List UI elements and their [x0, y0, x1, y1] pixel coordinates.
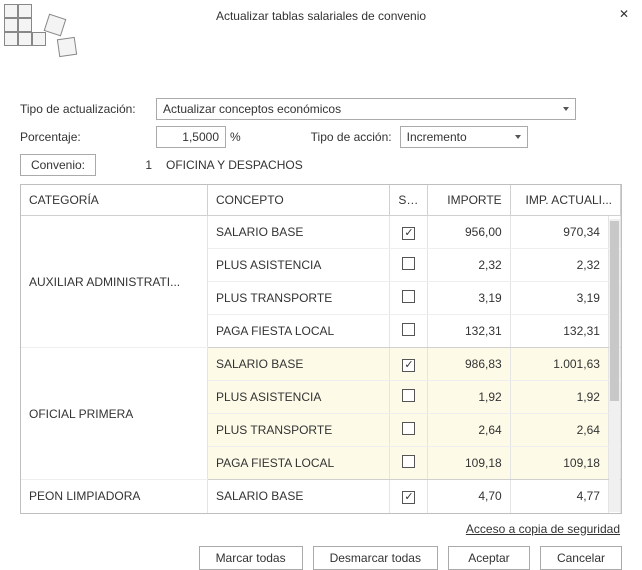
col-categoria[interactable]: CATEGORÍA: [21, 185, 207, 216]
categoria-cell: PEON LIMPIADORA: [21, 480, 207, 513]
imp-act-cell: 132,31: [510, 315, 608, 348]
imp-act-cell: 970,34: [510, 216, 608, 249]
table-header-row: CATEGORÍA CONCEPTO SEL IMPORTE IMP. ACTU…: [21, 185, 621, 216]
imp-act-cell: 2,64: [510, 414, 608, 447]
imp-act-cell: 109,18: [510, 447, 608, 480]
cancelar-button[interactable]: Cancelar: [540, 546, 622, 570]
col-imp-actualizado[interactable]: IMP. ACTUALI...: [510, 185, 620, 216]
titlebar: Actualizar tablas salariales de convenio…: [0, 0, 642, 32]
concepto-cell: PLUS TRANSPORTE: [207, 414, 389, 447]
importe-cell: 3,19: [428, 282, 510, 315]
imp-act-cell: 1,92: [510, 381, 608, 414]
importe-cell: 1,92: [428, 381, 510, 414]
categoria-cell: OFICIAL PRIMERA: [21, 348, 207, 480]
sel-checkbox[interactable]: [402, 422, 415, 435]
app-logo: [4, 4, 84, 60]
table-row[interactable]: AUXILIAR ADMINISTRATI... SALARIO BASE ✓ …: [21, 216, 621, 249]
importe-cell: 2,32: [428, 249, 510, 282]
concepto-cell: PAGA FIESTA LOCAL: [207, 315, 389, 348]
convenio-number: 1: [104, 154, 158, 176]
concepto-cell: SALARIO BASE: [207, 348, 389, 381]
sel-checkbox[interactable]: [402, 455, 415, 468]
importe-cell: 2,64: [428, 414, 510, 447]
col-importe[interactable]: IMPORTE: [428, 185, 510, 216]
concepto-cell: PLUS TRANSPORTE: [207, 282, 389, 315]
sel-checkbox[interactable]: [402, 290, 415, 303]
col-concepto[interactable]: CONCEPTO: [207, 185, 389, 216]
sel-checkbox[interactable]: [402, 389, 415, 402]
window-title: Actualizar tablas salariales de convenio: [216, 9, 426, 23]
table-row[interactable]: PEON LIMPIADORA SALARIO BASE ✓ 4,70 4,77: [21, 480, 621, 513]
importe-cell: 109,18: [428, 447, 510, 480]
importe-cell: 132,31: [428, 315, 510, 348]
marcar-todas-button[interactable]: Marcar todas: [199, 546, 303, 570]
close-icon: ✕: [619, 7, 629, 21]
porcentaje-unit: %: [230, 130, 241, 144]
importe-cell: 956,00: [428, 216, 510, 249]
scrollbar-thumb[interactable]: [610, 221, 619, 401]
imp-act-cell: 2,32: [510, 249, 608, 282]
imp-act-cell: 3,19: [510, 282, 608, 315]
col-sel[interactable]: SEL: [390, 185, 428, 216]
convenio-button[interactable]: Convenio:: [20, 154, 96, 176]
tipo-value: Actualizar conceptos económicos: [163, 102, 341, 116]
salary-table: CATEGORÍA CONCEPTO SEL IMPORTE IMP. ACTU…: [20, 184, 622, 514]
aceptar-button[interactable]: Aceptar: [448, 546, 530, 570]
backup-link[interactable]: Acceso a copia de seguridad: [466, 522, 620, 536]
concepto-cell: PLUS ASISTENCIA: [207, 249, 389, 282]
accion-value: Incremento: [407, 130, 467, 144]
importe-cell: 4,70: [428, 480, 510, 513]
footer-link-area: Acceso a copia de seguridad: [0, 514, 642, 536]
desmarcar-todas-button[interactable]: Desmarcar todas: [313, 546, 438, 570]
table-row[interactable]: OFICIAL PRIMERA SALARIO BASE ✓ 986,83 1.…: [21, 348, 621, 381]
tipo-select[interactable]: Actualizar conceptos económicos: [156, 98, 576, 120]
accion-select[interactable]: Incremento: [400, 126, 528, 148]
sel-checkbox[interactable]: ✓: [402, 359, 415, 372]
convenio-name: OFICINA Y DESPACHOS: [166, 158, 303, 172]
categoria-cell: AUXILIAR ADMINISTRATI...: [21, 216, 207, 348]
porcentaje-input[interactable]: 1,5000: [156, 126, 226, 148]
concepto-cell: PAGA FIESTA LOCAL: [207, 447, 389, 480]
sel-checkbox[interactable]: ✓: [402, 227, 415, 240]
sel-checkbox[interactable]: [402, 257, 415, 270]
imp-act-cell: 1.001,63: [510, 348, 608, 381]
porcentaje-label: Porcentaje:: [20, 130, 152, 144]
concepto-cell: SALARIO BASE: [207, 216, 389, 249]
sel-checkbox[interactable]: ✓: [402, 491, 415, 504]
concepto-cell: SALARIO BASE: [207, 480, 389, 513]
button-row: Marcar todas Desmarcar todas Aceptar Can…: [0, 536, 642, 570]
concepto-cell: PLUS ASISTENCIA: [207, 381, 389, 414]
imp-act-cell: 4,77: [510, 480, 608, 513]
close-button[interactable]: ✕: [614, 4, 634, 24]
form-area: Tipo de actualización: Actualizar concep…: [0, 32, 642, 176]
accion-label: Tipo de acción:: [311, 130, 392, 144]
table-scrollbar[interactable]: [609, 219, 620, 512]
tipo-label: Tipo de actualización:: [20, 102, 152, 116]
importe-cell: 986,83: [428, 348, 510, 381]
sel-checkbox[interactable]: [402, 323, 415, 336]
